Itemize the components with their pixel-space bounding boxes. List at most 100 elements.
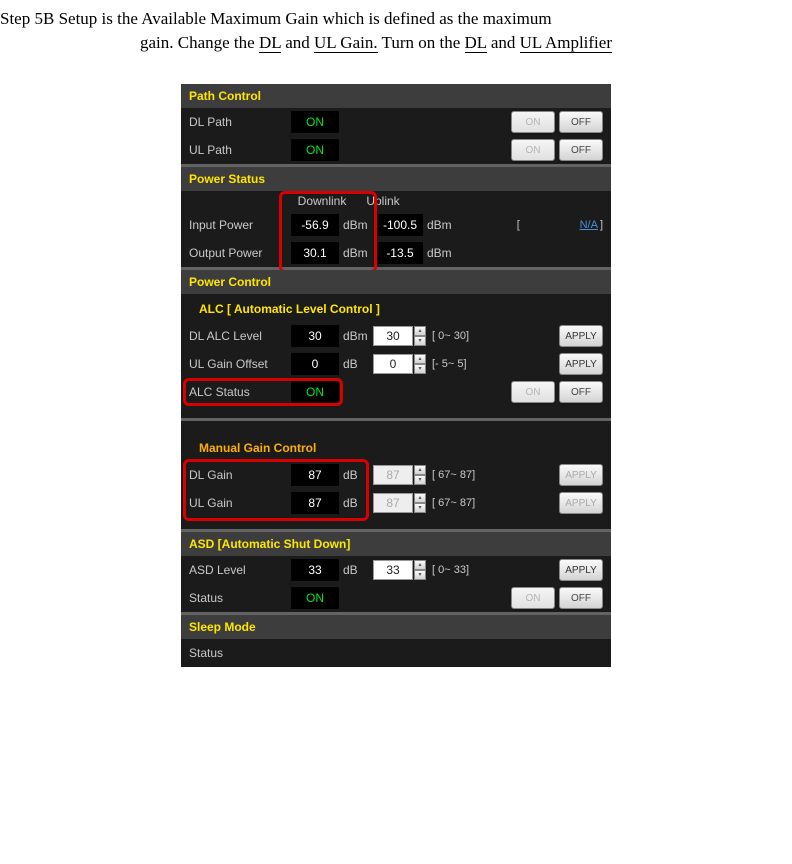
unit-db: dB <box>343 357 373 371</box>
ul-gain-row: UL Gain 87 dB 87 ▴▾ [ 67~ 87] APPLY <box>181 489 611 517</box>
input-power-label: Input Power <box>189 218 287 232</box>
sleep-status-label: Status <box>189 646 287 660</box>
asd-status-label: Status <box>189 591 287 605</box>
dl-path-label: DL Path <box>189 115 287 129</box>
ul-path-row: UL Path ON ON OFF <box>181 136 611 164</box>
ul-gain-offset-row: UL Gain Offset 0 dB 0 ▴▾ [- 5~ 5] APPLY <box>181 350 611 378</box>
asd-level-value: 33 <box>291 559 339 581</box>
config-panel: Path Control DL Path ON ON OFF UL Path O… <box>181 84 611 667</box>
asd-title: ASD [Automatic Shut Down] <box>181 532 611 556</box>
downlink-header: Downlink <box>289 194 355 208</box>
dl-gain-apply-button[interactable]: APPLY <box>559 464 603 486</box>
line2-turn: Turn on the <box>378 33 465 52</box>
dl-path-value: ON <box>291 111 339 133</box>
asd-on-button[interactable]: ON <box>511 587 555 609</box>
alc-status-label: ALC Status <box>189 385 287 399</box>
line2-and: and <box>281 33 314 52</box>
ul-gain-apply-button[interactable]: APPLY <box>559 492 603 514</box>
ul-gain-offset-spinner[interactable]: ▴▾ <box>414 354 426 374</box>
asd-level-input[interactable]: 33 <box>373 560 413 580</box>
path-control-title: Path Control <box>181 84 611 108</box>
ul-gain-offset-range: [- 5~ 5] <box>432 358 467 370</box>
dl-alc-input[interactable]: 30 <box>373 326 413 346</box>
uplink-header: Uplink <box>355 194 411 208</box>
chevron-down-icon: ▾ <box>414 364 426 374</box>
dl-path-off-button[interactable]: OFF <box>559 111 603 133</box>
ul-path-off-button[interactable]: OFF <box>559 139 603 161</box>
ul-gain-offset-value: 0 <box>291 353 339 375</box>
dl-path-on-button[interactable]: ON <box>511 111 555 133</box>
ul-gain-spinner[interactable]: ▴▾ <box>414 493 426 513</box>
asd-level-spinner[interactable]: ▴▾ <box>414 560 426 580</box>
output-ul-value: -13.5 <box>377 242 423 264</box>
chevron-up-icon: ▴ <box>414 326 426 336</box>
alc-status-row: ALC Status ON ON OFF <box>181 378 611 406</box>
asd-level-row: ASD Level 33 dB 33 ▴▾ [ 0~ 33] APPLY <box>181 556 611 584</box>
chevron-up-icon: ▴ <box>414 493 426 503</box>
unit-db: dB <box>343 563 373 577</box>
ul-gain-offset-input[interactable]: 0 <box>373 354 413 374</box>
power-control-title: Power Control <box>181 270 611 294</box>
dl-alc-apply-button[interactable]: APPLY <box>559 325 603 347</box>
dl-gain-spinner[interactable]: ▴▾ <box>414 465 426 485</box>
asd-apply-button[interactable]: APPLY <box>559 559 603 581</box>
line2-pre: gain. Change the <box>140 33 259 52</box>
dl-path-row: DL Path ON ON OFF <box>181 108 611 136</box>
output-power-label: Output Power <box>189 246 287 260</box>
chevron-down-icon: ▾ <box>414 336 426 346</box>
dl-gain-input[interactable]: 87 <box>373 465 413 485</box>
input-ul-value: -100.5 <box>377 214 423 236</box>
dl-text: DL <box>259 33 281 53</box>
unit-dbm: dBm <box>427 246 457 260</box>
chevron-up-icon: ▴ <box>414 354 426 364</box>
dl-alc-value: 30 <box>291 325 339 347</box>
input-power-row: Input Power -56.9 dBm -100.5 dBm [ N/A ] <box>181 211 611 239</box>
dl-text2: DL <box>465 33 487 53</box>
step-label: Step 5B <box>0 8 54 30</box>
asd-level-label: ASD Level <box>189 563 287 577</box>
ul-gain-range: [ 67~ 87] <box>432 497 475 509</box>
ul-path-on-button[interactable]: ON <box>511 139 555 161</box>
unit-dbm: dBm <box>343 218 373 232</box>
alc-on-button[interactable]: ON <box>511 381 555 403</box>
ul-path-label: UL Path <box>189 143 287 157</box>
ul-gain-label: UL Gain <box>189 496 287 510</box>
manual-gain-title: Manual Gain Control <box>181 433 611 461</box>
asd-status-row: Status ON ON OFF <box>181 584 611 612</box>
alc-status-value: ON <box>291 381 339 403</box>
alc-subtitle: ALC [ Automatic Level Control ] <box>181 294 611 322</box>
ul-gain-value: 87 <box>291 492 339 514</box>
chevron-down-icon: ▾ <box>414 475 426 485</box>
dl-gain-value: 87 <box>291 464 339 486</box>
input-dl-value: -56.9 <box>291 214 339 236</box>
unit-dbm: dBm <box>427 218 457 232</box>
chevron-up-icon: ▴ <box>414 465 426 475</box>
asd-level-range: [ 0~ 33] <box>432 564 469 576</box>
dl-alc-label: DL ALC Level <box>189 329 287 343</box>
dl-alc-spinner[interactable]: ▴▾ <box>414 326 426 346</box>
ul-gain-input[interactable]: 87 <box>373 493 413 513</box>
unit-db: dB <box>343 496 373 510</box>
unit-db: dB <box>343 468 373 482</box>
chevron-up-icon: ▴ <box>414 560 426 570</box>
unit-dbm: dBm <box>343 329 373 343</box>
ul-gain: UL Gain. <box>314 33 378 53</box>
power-status-title: Power Status <box>181 167 611 191</box>
line2-and2: and <box>487 33 520 52</box>
dl-gain-range: [ 67~ 87] <box>432 469 475 481</box>
dl-alc-range: [ 0~ 30] <box>432 330 469 342</box>
na-link[interactable]: N/A <box>580 219 598 231</box>
dl-alc-row: DL ALC Level 30 dBm 30 ▴▾ [ 0~ 30] APPLY <box>181 322 611 350</box>
asd-off-button[interactable]: OFF <box>559 587 603 609</box>
dl-gain-label: DL Gain <box>189 468 287 482</box>
ul-gain-offset-label: UL Gain Offset <box>189 357 287 371</box>
chevron-down-icon: ▾ <box>414 503 426 513</box>
chevron-down-icon: ▾ <box>414 570 426 580</box>
output-power-row: Output Power 30.1 dBm -13.5 dBm <box>181 239 611 267</box>
sleep-status-row: Status <box>181 639 611 667</box>
step-line1: Setup is the Available Maximum Gain whic… <box>54 9 551 28</box>
output-dl-value: 30.1 <box>291 242 339 264</box>
alc-off-button[interactable]: OFF <box>559 381 603 403</box>
ul-gain-offset-apply-button[interactable]: APPLY <box>559 353 603 375</box>
instruction-text: Step 5B Setup is the Available Maximum G… <box>0 0 792 54</box>
